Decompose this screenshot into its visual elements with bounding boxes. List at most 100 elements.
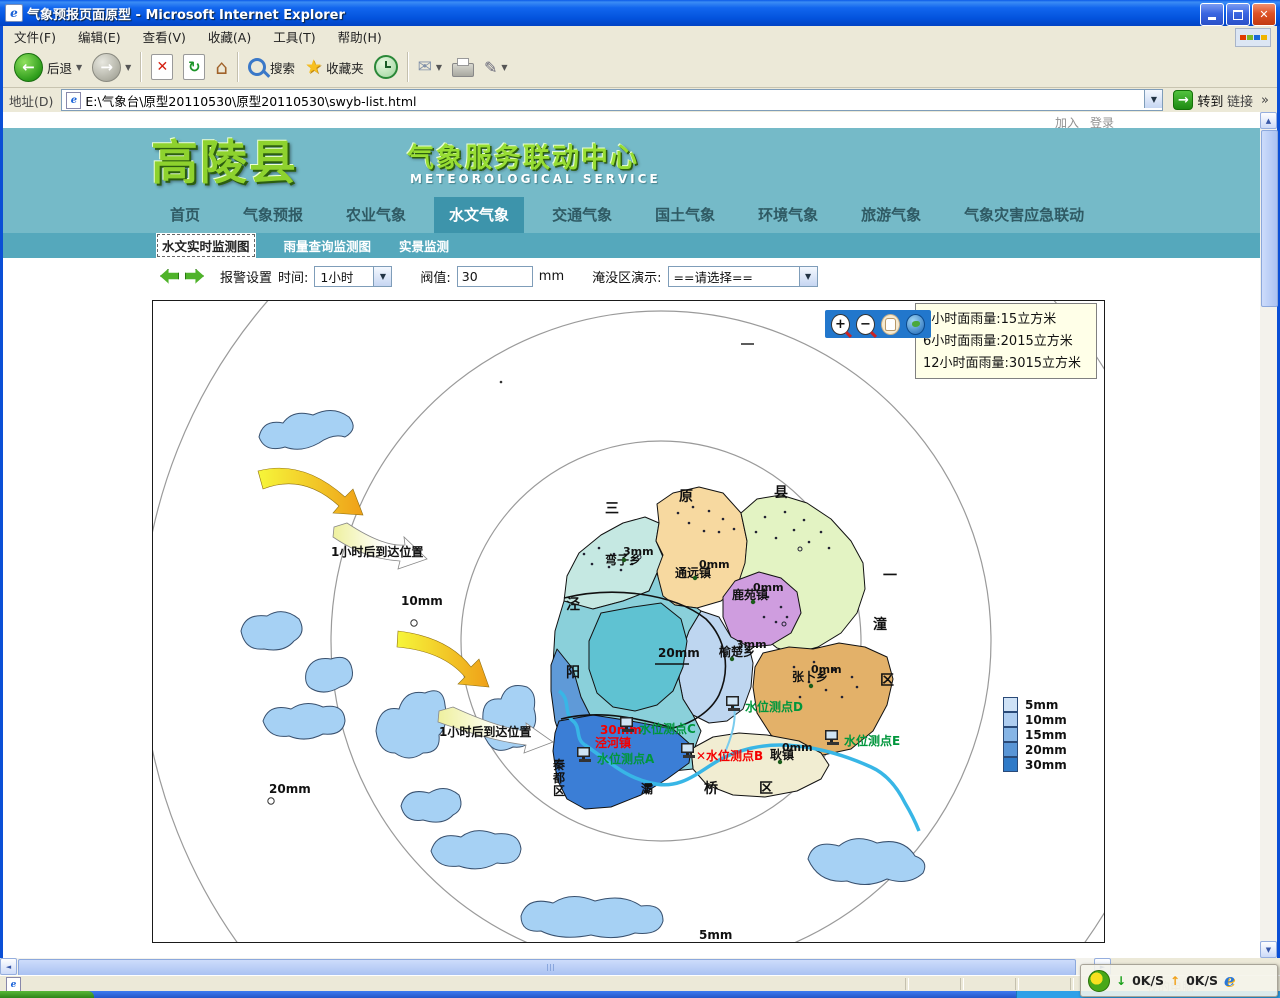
menu-help[interactable]: 帮助(H)	[327, 27, 393, 46]
menu-view[interactable]: 查看(V)	[132, 27, 197, 46]
close-button[interactable]: ✕	[1252, 3, 1276, 26]
horizontal-scroll-thumb[interactable]	[18, 959, 1076, 976]
vertical-scrollbar[interactable]: ▲ ▼	[1260, 112, 1277, 958]
nav-disaster-emergency[interactable]: 气象灾害应急联动	[949, 197, 1099, 233]
favorites-button[interactable]: ★ 收藏夹	[300, 49, 369, 85]
threshold-label: 阀值:	[420, 267, 450, 286]
scroll-down-button[interactable]: ▼	[1260, 941, 1277, 958]
restore-button[interactable]	[1226, 3, 1250, 26]
contour-20mm-label: 20mm	[658, 646, 700, 660]
links-more-icon[interactable]: »	[1261, 93, 1269, 108]
cloud-movement-arrows	[258, 468, 489, 687]
nav-agriculture[interactable]: 农业气象	[331, 197, 421, 233]
subnav-rain-query[interactable]: 雨量查询监测图	[284, 236, 372, 255]
station-computer-icon[interactable]	[620, 717, 634, 732]
vertical-scroll-thumb[interactable]	[1261, 130, 1278, 307]
svg-text:桥: 桥	[704, 780, 719, 797]
station-label-d[interactable]: 水位测点D	[745, 699, 803, 714]
threshold-input[interactable]: 30	[457, 266, 533, 287]
zoom-in-icon[interactable]: +	[831, 314, 850, 335]
time-select[interactable]: 1小时 ▼	[314, 266, 392, 287]
favorites-label: 收藏夹	[326, 58, 364, 77]
globe-icon[interactable]	[906, 314, 925, 335]
forward-dropdown-icon[interactable]: ▼	[125, 63, 131, 72]
mail-button[interactable]: ✉▼	[413, 49, 447, 85]
subnav-realtime-monitor[interactable]: 水文实时监测图	[156, 233, 256, 258]
site-header: 高陵县 气象服务联动中心 METEOROLOGICAL SERVICE	[3, 128, 1260, 197]
region-value: 3mm	[736, 638, 767, 651]
print-button[interactable]	[447, 49, 479, 85]
search-button[interactable]: 搜索	[243, 49, 300, 85]
upload-arrow-icon: ↑	[1170, 974, 1180, 988]
station-label-e[interactable]: 水位测点E	[844, 733, 900, 748]
station-alert-x-icon: ✕	[696, 749, 706, 763]
scroll-left-button[interactable]: ◄	[0, 958, 17, 975]
zoom-out-icon[interactable]: −	[856, 314, 875, 335]
svg-text:区: 区	[880, 673, 894, 689]
subnav-live-view[interactable]: 实景监测	[399, 236, 449, 255]
edit-icon: ✎	[484, 58, 497, 77]
menu-tools[interactable]: 工具(T)	[262, 27, 326, 46]
site-logo-county: 高陵县	[151, 124, 298, 193]
edit-button[interactable]: ✎▼	[479, 49, 513, 85]
chevron-down-icon[interactable]: ▼	[373, 267, 391, 286]
ie-app-icon: e	[5, 4, 23, 22]
station-computer-icon[interactable]	[681, 743, 695, 758]
links-label[interactable]: 链接	[1227, 91, 1253, 110]
svg-text:区: 区	[759, 781, 773, 797]
station-label-a[interactable]: 水位测点A	[597, 751, 655, 766]
scroll-up-button[interactable]: ▲	[1260, 112, 1277, 129]
nav-home[interactable]: 首页	[155, 197, 215, 233]
pan-hand-icon[interactable]	[881, 314, 900, 335]
dot-mark	[500, 381, 503, 384]
network-monitor-widget[interactable]: ↓ 0K/S ↑ 0K/S e	[1080, 964, 1278, 997]
station-label-b[interactable]: 水位测点B	[706, 748, 763, 763]
minimize-button[interactable]	[1200, 3, 1224, 26]
station-computer-icon[interactable]	[577, 747, 591, 762]
menu-favorites[interactable]: 收藏(A)	[197, 27, 262, 46]
search-label: 搜索	[270, 58, 295, 77]
svg-text:原: 原	[679, 489, 693, 505]
address-input[interactable]: e E:\气象台\原型20110530\原型20110530\swyb-list…	[61, 89, 1163, 111]
address-dropdown-icon[interactable]: ▼	[1144, 90, 1162, 108]
station-computer-icon[interactable]	[825, 730, 839, 745]
forward-button[interactable]: → ▼	[87, 49, 136, 85]
svg-text:灞: 灞	[641, 781, 653, 796]
region-value: 0mm	[753, 581, 784, 594]
horizontal-scrollbar[interactable]: ◄ ►	[0, 958, 1111, 975]
rainfall-3h: 3小时面雨量:15立方米	[923, 309, 1089, 331]
map-canvas[interactable]: 1小时后到达位置 1小时后到达位置	[153, 301, 1104, 942]
next-arrow-button[interactable]	[185, 269, 204, 284]
station-computer-icon[interactable]	[726, 696, 740, 711]
upload-speed: 0K/S	[1186, 973, 1218, 988]
nav-environment[interactable]: 环境气象	[743, 197, 833, 233]
toolbar-separator	[407, 52, 409, 82]
refresh-button[interactable]: ↻	[178, 49, 210, 85]
search-icon	[248, 58, 266, 76]
go-button[interactable]: → 转到	[1173, 90, 1223, 110]
toolbar-separator	[140, 52, 142, 82]
prev-arrow-button[interactable]	[160, 269, 179, 284]
flood-demo-value: ==请选择==	[674, 267, 753, 286]
nav-traffic[interactable]: 交通气象	[537, 197, 627, 233]
legend-swatch	[1003, 727, 1018, 742]
forward-arrow-icon: →	[92, 53, 121, 82]
station-label-c[interactable]: 水位测点C	[639, 721, 696, 736]
page-icon: e	[66, 92, 81, 109]
nav-hydrology[interactable]: 水文气象	[434, 197, 524, 233]
back-button[interactable]: ← 后退 ▼	[9, 49, 87, 85]
menu-edit[interactable]: 编辑(E)	[67, 27, 132, 46]
menu-file[interactable]: 文件(F)	[3, 27, 67, 46]
nav-land[interactable]: 国土气象	[640, 197, 730, 233]
threshold-unit: mm	[539, 269, 564, 284]
home-button[interactable]: ⌂	[210, 49, 233, 85]
history-button[interactable]	[369, 49, 403, 85]
chevron-down-icon[interactable]: ▼	[799, 267, 817, 286]
stop-button[interactable]: ✕	[146, 49, 178, 85]
svg-text:三: 三	[605, 501, 619, 517]
nav-weather-forecast[interactable]: 气象预报	[228, 197, 318, 233]
back-dropdown-icon[interactable]: ▼	[76, 63, 82, 72]
nav-tourism[interactable]: 旅游气象	[846, 197, 936, 233]
flood-demo-select[interactable]: ==请选择== ▼	[668, 266, 818, 287]
start-button[interactable]	[0, 991, 94, 998]
